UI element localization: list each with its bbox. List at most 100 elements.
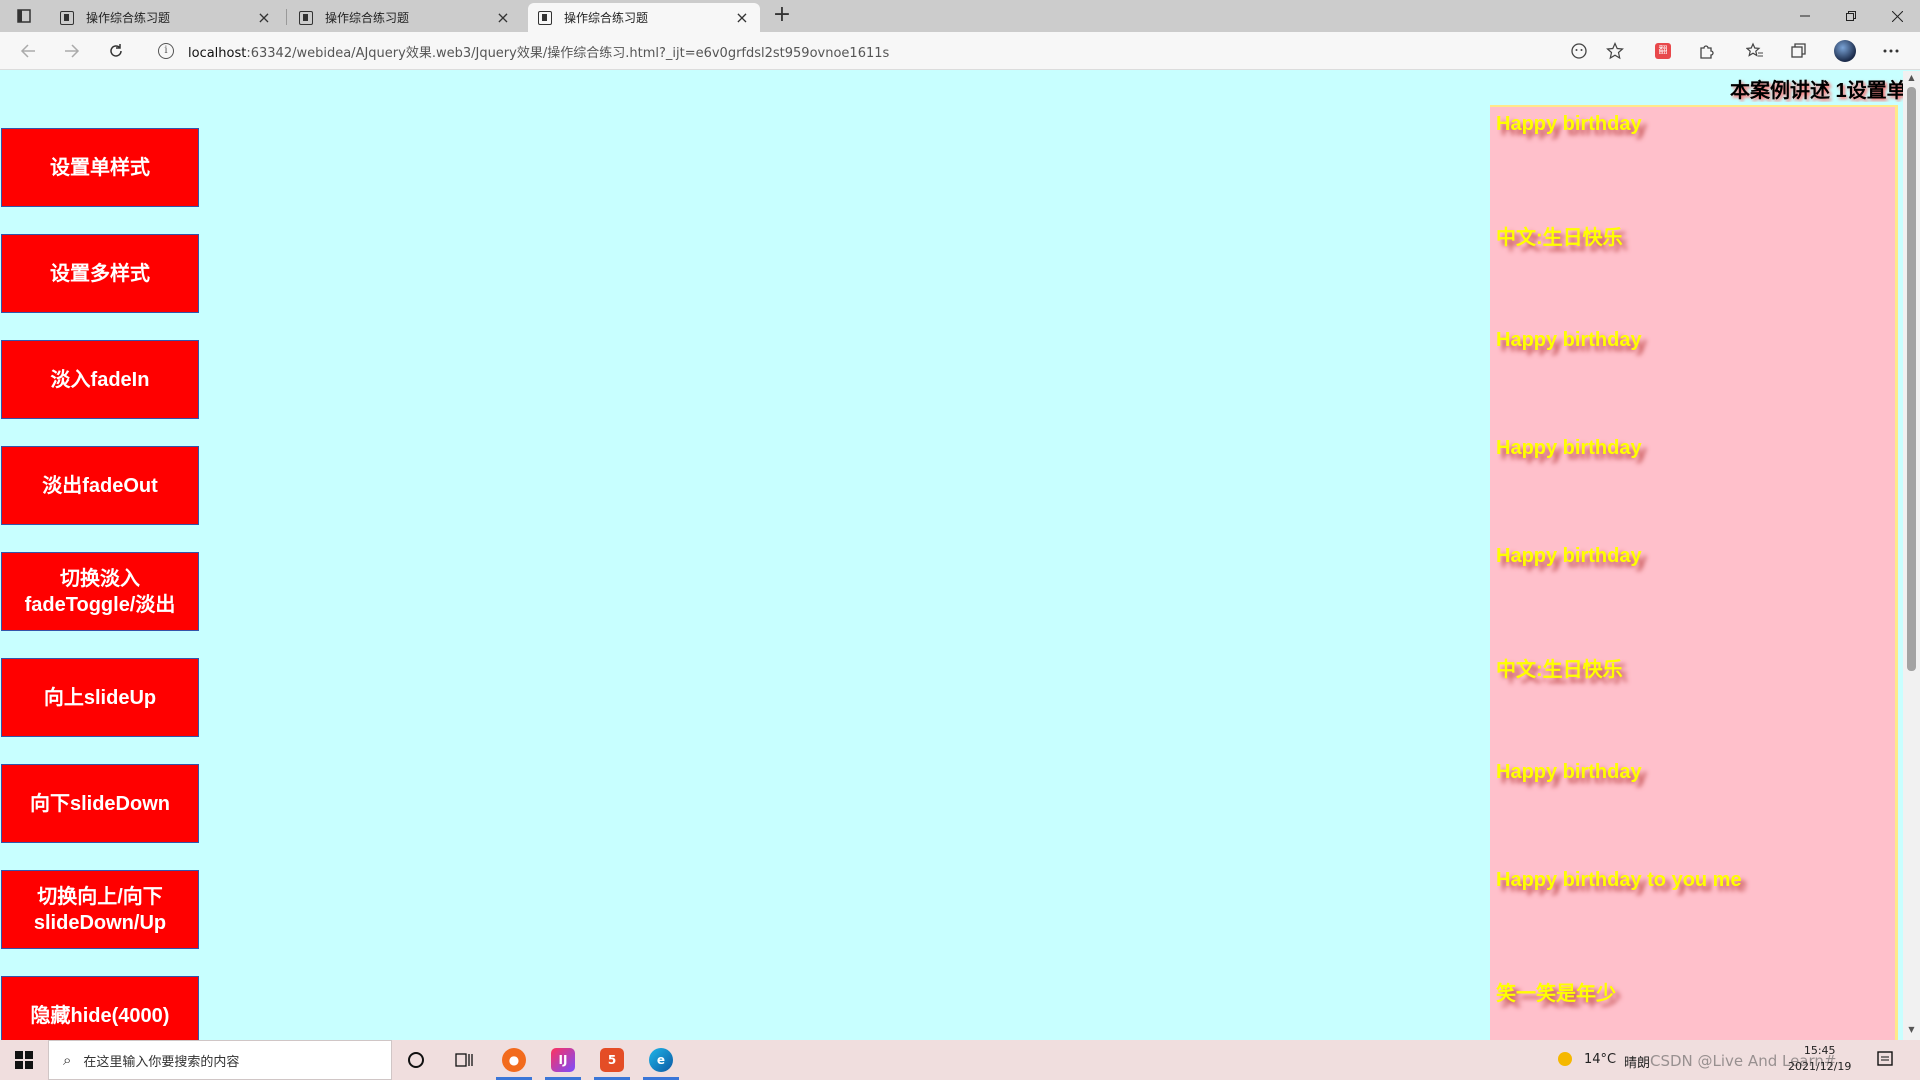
birthday-line: 笑一笑是年少	[1496, 983, 1616, 1005]
more-menu-button[interactable]	[1880, 40, 1902, 62]
button-label: 设置多样式	[50, 262, 150, 285]
clock-date: 2021/12/19	[1788, 1060, 1852, 1073]
collections-icon	[1791, 43, 1806, 58]
button-label: 设置单样式	[50, 156, 150, 179]
collections-button[interactable]	[1788, 40, 1810, 62]
cortana-button[interactable]	[396, 1044, 436, 1076]
slide-up-button[interactable]: 向上slideUp	[1, 658, 199, 737]
windows-taskbar: ⌕ 在这里输入你要搜索的内容 ● IJ 5 e 14°C 晴朗 CSDN @Li…	[0, 1040, 1920, 1080]
fade-in-button[interactable]: 淡入fadeIn	[1, 340, 199, 419]
puzzle-icon	[1700, 45, 1714, 59]
extensions-button[interactable]	[1696, 40, 1718, 62]
intellij-favicon-icon	[299, 10, 313, 25]
start-button[interactable]	[0, 1040, 48, 1080]
tab-close-icon[interactable]: ×	[734, 8, 750, 27]
button-label: 淡出fadeOut	[42, 474, 158, 497]
favorites-icon	[1746, 42, 1763, 57]
tab-title: 操作综合练习题	[325, 11, 410, 25]
taskbar-search-box[interactable]: ⌕ 在这里输入你要搜索的内容	[48, 1040, 392, 1080]
birthday-text-box: Happy birthday 中文:生日快乐 Happy birthday Ha…	[1490, 105, 1898, 1040]
weather-temp[interactable]: 14°C	[1584, 1052, 1616, 1067]
scroll-up-icon[interactable]: ▲	[1906, 73, 1917, 82]
restore-button[interactable]	[1828, 0, 1874, 32]
close-window-button[interactable]	[1874, 0, 1920, 32]
back-arrow-icon	[20, 44, 35, 58]
birthday-line: Happy birthday to you me	[1496, 869, 1742, 891]
button-label-line1: 切换向上/向下	[37, 885, 163, 908]
slide-toggle-button[interactable]: 切换向上/向下 slideDown/Up	[1, 870, 199, 949]
taskbar-clock[interactable]: 15:45 2021/12/19	[1788, 1043, 1851, 1075]
profile-avatar	[1834, 40, 1856, 62]
notification-icon	[1877, 1051, 1893, 1066]
read-aloud-icon	[1571, 43, 1587, 59]
button-label: 向下slideDown	[29, 792, 170, 815]
extension-icon: 翻	[1655, 43, 1671, 59]
fade-out-button[interactable]: 淡出fadeOut	[1, 446, 199, 525]
page-content: 本案例讲述 1设置单 设置单样式 设置多样式 淡入fadeIn 淡出fadeOu…	[0, 71, 1903, 1040]
reload-button[interactable]	[102, 38, 130, 64]
close-icon	[1891, 10, 1903, 22]
info-icon[interactable]: i	[158, 43, 174, 59]
add-favorite-button[interactable]	[1604, 40, 1626, 62]
tab-actions-button[interactable]	[6, 4, 42, 28]
button-label-line1: 切换淡入	[60, 567, 140, 590]
taskbar-app-firefox[interactable]: ●	[494, 1044, 534, 1080]
tab-title: 操作综合练习题	[564, 11, 649, 25]
hide-button[interactable]: 隐藏hide(4000)	[1, 976, 199, 1040]
search-placeholder: 在这里输入你要搜索的内容	[83, 1054, 240, 1070]
button-label: 向上slideUp	[43, 686, 157, 709]
tab-close-icon[interactable]: ×	[495, 8, 511, 27]
taskbar-app-edge[interactable]: e	[641, 1044, 681, 1080]
firefox-icon: ●	[502, 1048, 526, 1072]
button-label: 切换淡入 fadeToggle/淡出	[25, 566, 176, 618]
button-label: 隐藏hide(4000)	[30, 1004, 170, 1027]
profile-button[interactable]	[1834, 40, 1856, 62]
favorites-button[interactable]	[1744, 40, 1766, 62]
windows-logo-icon	[15, 1051, 33, 1069]
fade-toggle-button[interactable]: 切换淡入 fadeToggle/淡出	[1, 552, 199, 631]
tab-2[interactable]: 操作综合练习题 ×	[289, 3, 521, 32]
browser-toolbar: i localhost:63342/webidea/AJquery效果.web3…	[0, 32, 1920, 70]
clock-time: 15:45	[1803, 1044, 1836, 1057]
birthday-line: Happy birthday	[1496, 113, 1642, 135]
tab-close-icon[interactable]: ×	[256, 8, 272, 27]
address-bar[interactable]: localhost:63342/webidea/AJquery效果.web3/J…	[188, 42, 889, 61]
scroll-down-icon[interactable]: ▼	[1906, 1025, 1917, 1034]
button-label: 切换向上/向下 slideDown/Up	[34, 884, 166, 936]
intellij-favicon-icon	[60, 10, 74, 25]
weather-desc[interactable]: 晴朗	[1624, 1052, 1650, 1071]
tab-3-active[interactable]: 操作综合练习题 ×	[528, 3, 760, 32]
back-button[interactable]	[14, 38, 42, 64]
taskbar-app-intellij[interactable]: IJ	[543, 1044, 583, 1080]
tab-1[interactable]: 操作综合练习题 ×	[50, 3, 282, 32]
intellij-icon: IJ	[551, 1048, 575, 1072]
taskbar-app-html[interactable]: 5	[592, 1044, 632, 1080]
url-path: :63342/webidea/AJquery效果.web3/Jquery效果/操…	[246, 46, 890, 61]
task-view-button[interactable]	[444, 1044, 484, 1076]
read-aloud-button[interactable]	[1568, 40, 1590, 62]
new-tab-button[interactable]: +	[770, 4, 794, 28]
weather-sun-icon[interactable]	[1556, 1050, 1574, 1072]
task-view-icon	[455, 1053, 473, 1067]
minimize-button[interactable]	[1782, 0, 1828, 32]
set-single-style-button[interactable]: 设置单样式	[1, 128, 199, 207]
more-icon	[1883, 49, 1899, 53]
birthday-line: Happy birthday	[1496, 545, 1642, 567]
cortana-icon	[408, 1052, 424, 1068]
notification-button[interactable]	[1876, 1050, 1894, 1072]
scroll-thumb[interactable]	[1907, 87, 1916, 671]
extension-button[interactable]: 翻	[1652, 40, 1674, 62]
slide-down-button[interactable]: 向下slideDown	[1, 764, 199, 843]
forward-arrow-icon	[65, 44, 80, 58]
birthday-line: Happy birthday	[1496, 329, 1642, 351]
birthday-line: Happy birthday	[1496, 761, 1642, 783]
search-icon: ⌕	[63, 1051, 72, 1069]
forward-button[interactable]	[58, 38, 86, 64]
tab-title: 操作综合练习题	[86, 11, 171, 25]
page-scrollbar[interactable]: ▲ ▼	[1903, 71, 1920, 1040]
tab-actions-icon	[17, 9, 31, 23]
set-multi-style-button[interactable]: 设置多样式	[1, 234, 199, 313]
marquee-text: 本案例讲述 1设置单	[1730, 80, 1903, 102]
intellij-favicon-icon	[538, 10, 552, 25]
tab-strip: 操作综合练习题 × 操作综合练习题 × 操作综合练习题 × +	[0, 0, 1920, 32]
